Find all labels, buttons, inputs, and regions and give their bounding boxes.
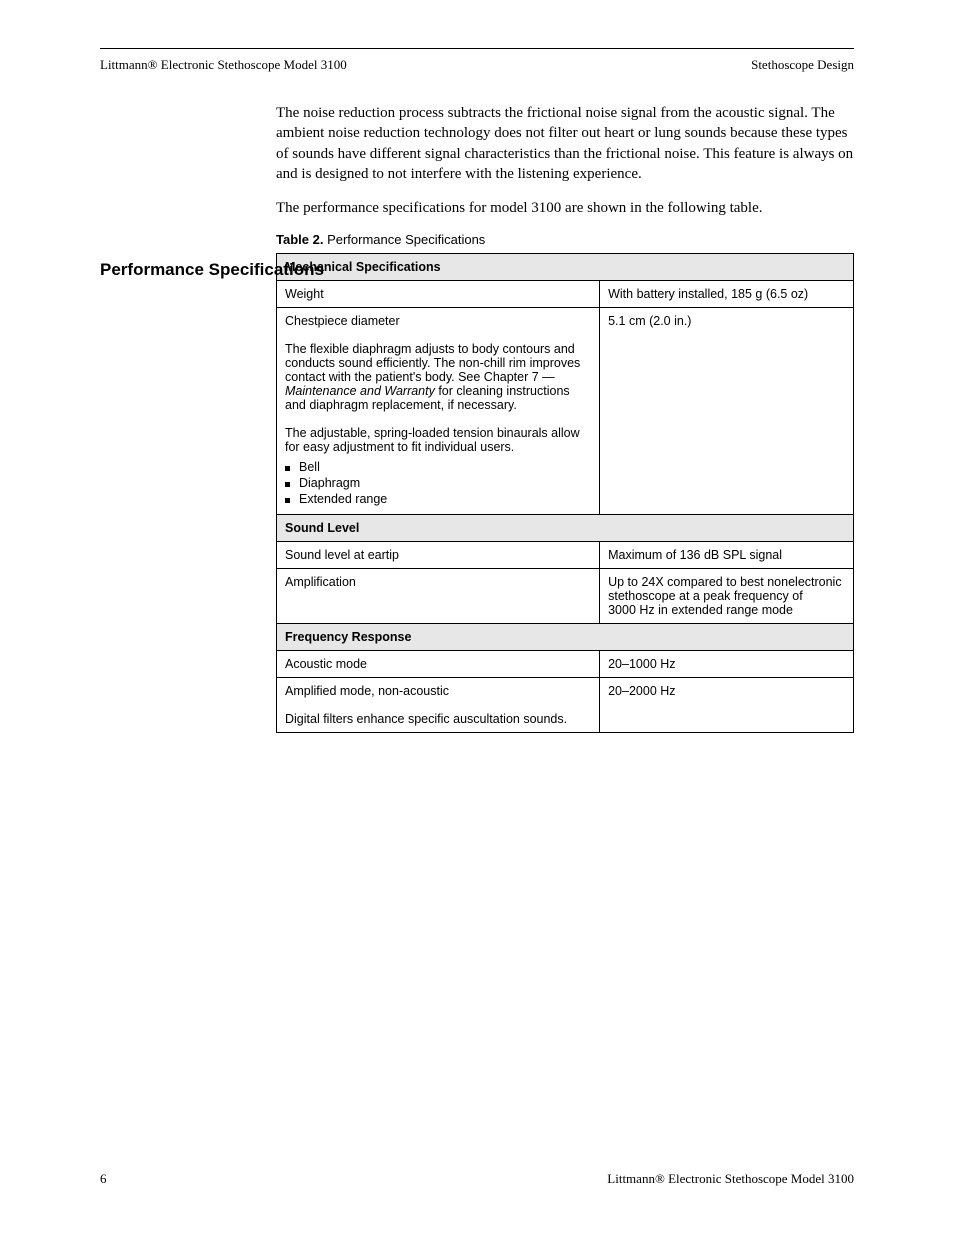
table-cell-label: Chestpiece diameterThe flexible diaphrag… [277, 308, 600, 515]
table-row: AmplificationUp to 24X compared to best … [277, 569, 854, 624]
page: Littmann® Electronic Stethoscope Model 3… [0, 0, 954, 1235]
performance-spec-table: Mechanical SpecificationsWeightWith batt… [276, 253, 854, 733]
list-item: Diaphragm [285, 476, 591, 490]
list-item: Extended range [285, 492, 591, 506]
body-column: The noise reduction process subtracts th… [276, 103, 854, 218]
table-row: Chestpiece diameterThe flexible diaphrag… [277, 308, 854, 515]
table-section-title: Sound Level [277, 515, 854, 542]
header-rule [100, 48, 854, 49]
table-cell-label: Amplification [277, 569, 600, 624]
table-cell-label: Amplified mode, non-acousticDigital filt… [277, 678, 600, 733]
table-row: Sound level at eartipMaximum of 136 dB S… [277, 542, 854, 569]
table-cell-label: Sound level at eartip [277, 542, 600, 569]
table-caption-label: Table 2. [276, 232, 323, 247]
table-section-title: Frequency Response [277, 624, 854, 651]
table-section-header: Frequency Response [277, 624, 854, 651]
table-section-header: Mechanical Specifications [277, 254, 854, 281]
intro-paragraph-1: The noise reduction process subtracts th… [276, 103, 854, 184]
running-footer: 6 Littmann® Electronic Stethoscope Model… [100, 1171, 854, 1187]
section-heading: Performance Specifications [100, 260, 324, 280]
table-body: Mechanical SpecificationsWeightWith batt… [277, 254, 854, 733]
page-number: 6 [100, 1171, 107, 1187]
footer-right: Littmann® Electronic Stethoscope Model 3… [607, 1171, 854, 1187]
table-cell-label: Weight [277, 281, 600, 308]
table-cell-value: 20–1000 Hz [600, 651, 854, 678]
header-right: Stethoscope Design [751, 57, 854, 73]
table-row: Amplified mode, non-acousticDigital filt… [277, 678, 854, 733]
running-header: Littmann® Electronic Stethoscope Model 3… [100, 57, 854, 73]
table-cell-label: Acoustic mode [277, 651, 600, 678]
table-cell-value: Up to 24X compared to best nonelectronic… [600, 569, 854, 624]
table-cell-value: Maximum of 136 dB SPL signal [600, 542, 854, 569]
table-row: Acoustic mode20–1000 Hz [277, 651, 854, 678]
table-caption-text: Performance Specifications [323, 232, 485, 247]
table-section-title: Mechanical Specifications [277, 254, 854, 281]
table-cell-value: 5.1 cm (2.0 in.) [600, 308, 854, 515]
table-block: Table 2. Performance Specifications Mech… [276, 232, 854, 733]
table-row: WeightWith battery installed, 185 g (6.5… [277, 281, 854, 308]
mode-list: Bell Diaphragm Extended range [285, 460, 591, 506]
list-item: Bell [285, 460, 591, 474]
table-caption: Table 2. Performance Specifications [276, 232, 854, 247]
table-cell-value: With battery installed, 185 g (6.5 oz) [600, 281, 854, 308]
intro-paragraph-2: The performance specifications for model… [276, 198, 854, 218]
table-cell-value: 20–2000 Hz [600, 678, 854, 733]
header-left: Littmann® Electronic Stethoscope Model 3… [100, 57, 347, 73]
table-section-header: Sound Level [277, 515, 854, 542]
